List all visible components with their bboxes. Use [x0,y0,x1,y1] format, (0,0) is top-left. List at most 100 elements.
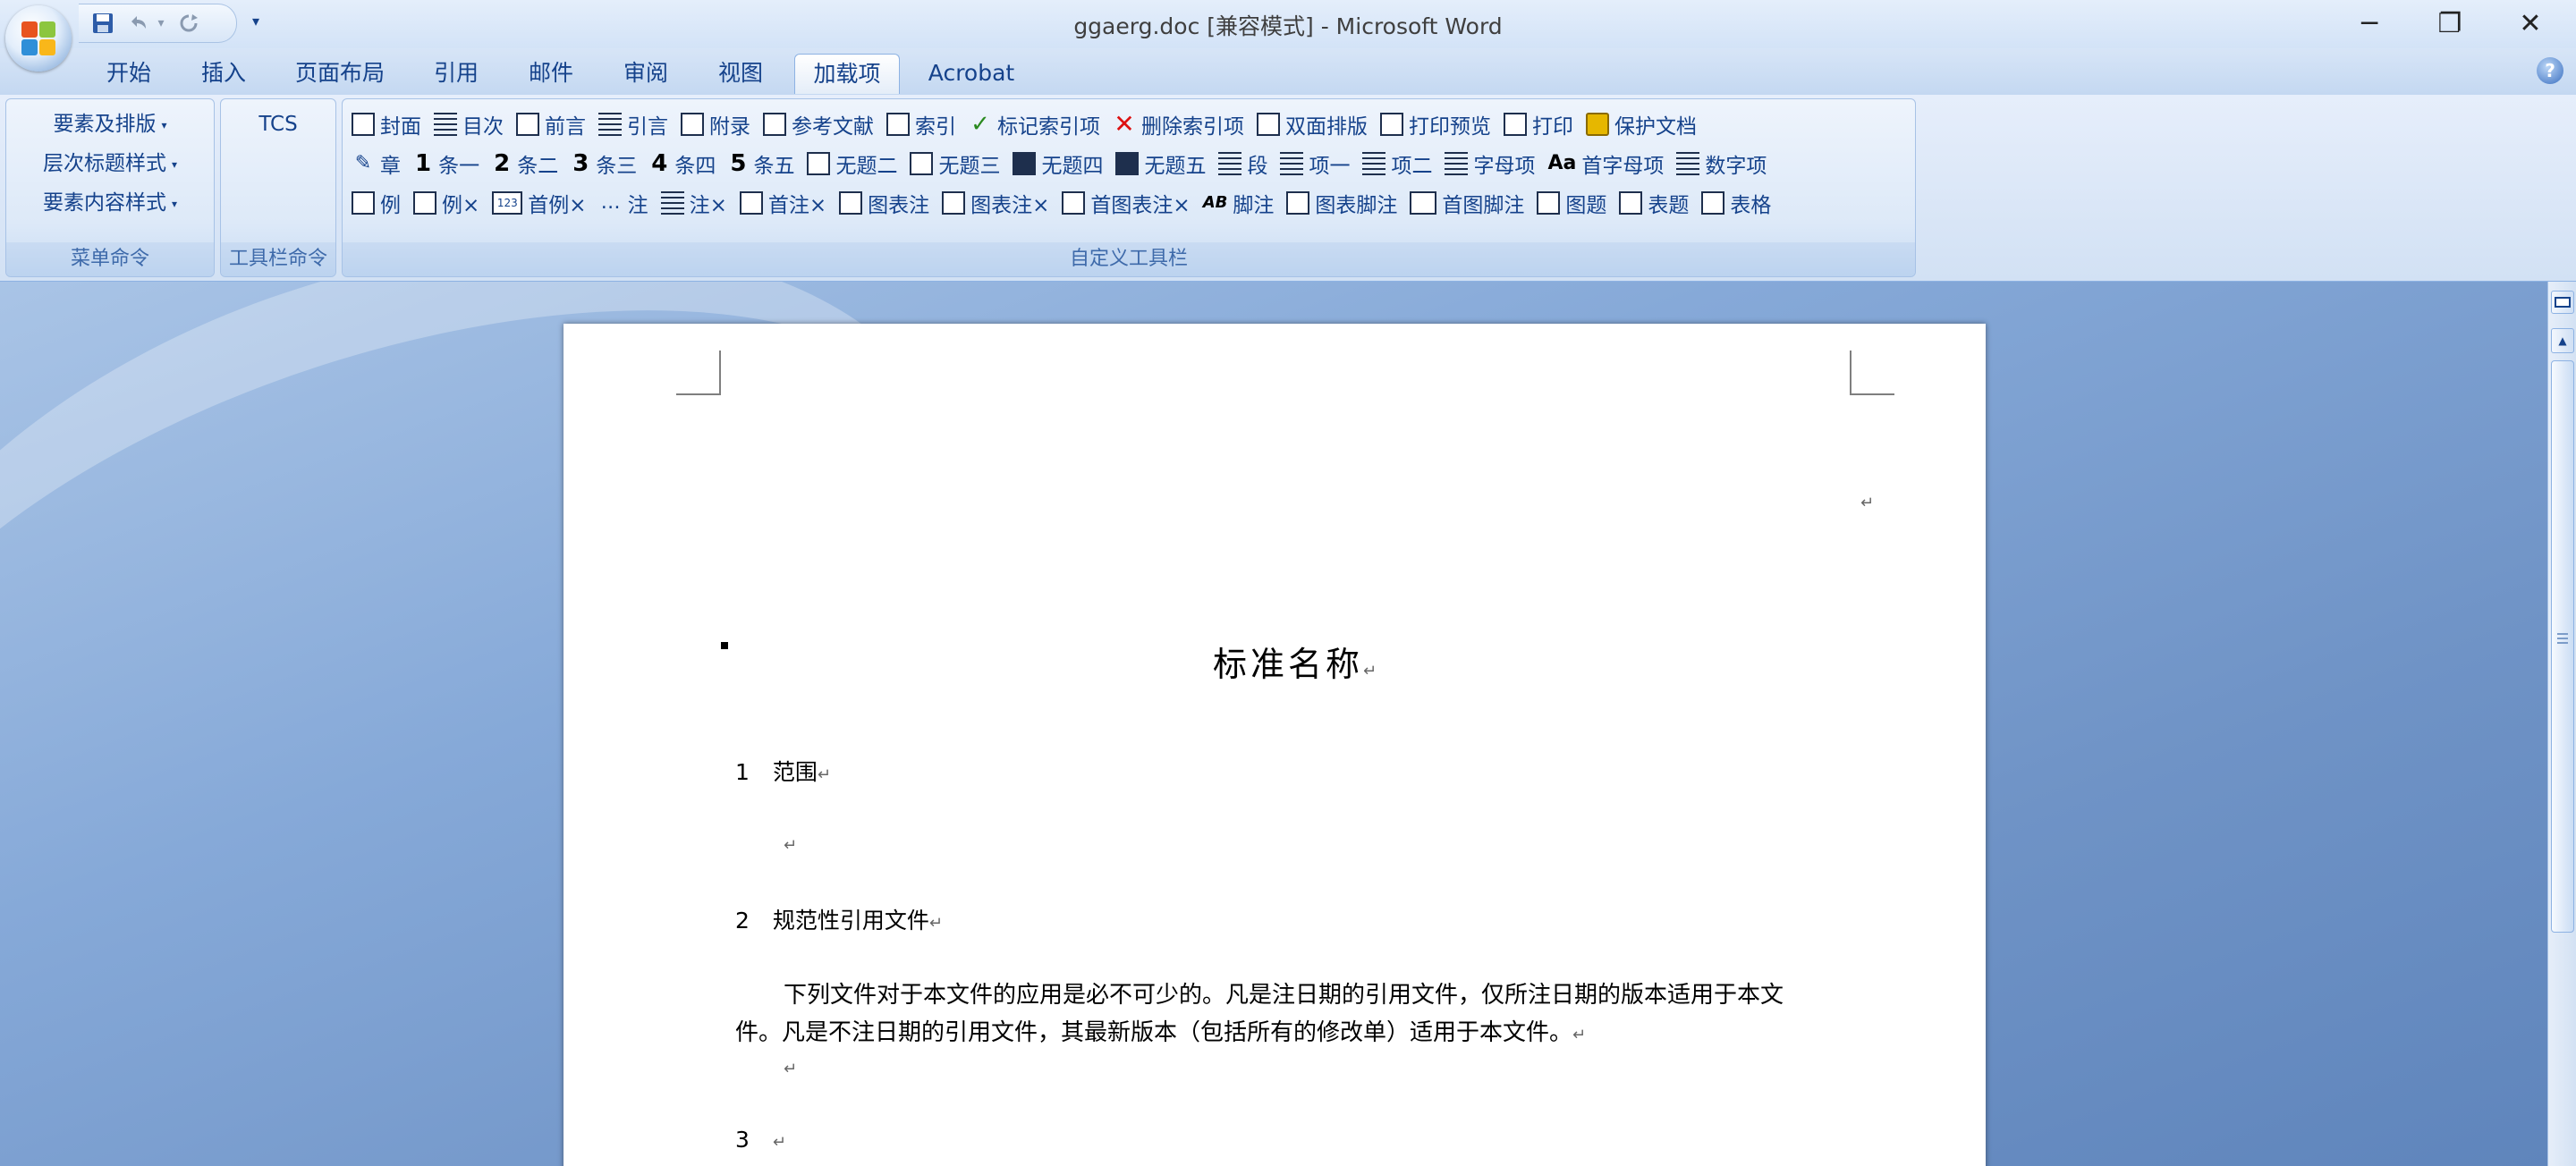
appendix-button[interactable]: 附录 [681,106,750,142]
crop-mark-top-left [676,351,721,395]
item-2-button[interactable]: 项二 [1362,146,1432,182]
letter-item-button[interactable]: 字母项 [1445,146,1535,182]
close-icon: ✕ [2519,7,2542,39]
body-text-line-2[interactable]: 件。凡是不注日期的引用文件，其最新版本（包括所有的修改单）适用于本文件。↵ [735,1014,1586,1047]
table-button[interactable]: 表格 [1701,185,1771,221]
help-icon[interactable]: ? [2537,57,2563,84]
number-item-button[interactable]: 数字项 [1676,146,1767,182]
button-label: 数字项 [1705,155,1767,178]
note-button[interactable]: … 注 [599,185,648,221]
paragraph-mark: ↵ [784,1060,798,1078]
element-content-styles-menu[interactable]: 要素内容样式 ▾ [6,185,214,221]
button-label: 打印预览 [1409,115,1491,139]
button-label: 条二 [517,155,559,178]
document-title[interactable]: 标准名称↵ [1213,637,1380,686]
untitled-2-button[interactable]: 无题二 [807,146,897,182]
chart-note-x-button[interactable]: 图表注× [942,185,1049,221]
vertical-scrollbar[interactable]: ▲ [2547,282,2576,1166]
chart-footnote-button[interactable]: 图表脚注 [1286,185,1397,221]
number-1-icon: 1 [415,150,432,177]
introduction-button[interactable]: 引言 [598,106,668,142]
grip-icon [2557,633,2568,644]
example-button[interactable]: 例 [352,185,401,221]
tab-acrobat[interactable]: Acrobat [916,54,1027,93]
elements-layout-menu[interactable]: 要素及排版 ▾ [6,106,214,142]
body-text-line-1[interactable]: 下列文件对于本文件的应用是必不可少的。凡是注日期的引用文件，仅所注日期的版本适用… [784,976,1784,1010]
heading-styles-menu[interactable]: 层次标题样式 ▾ [6,146,214,182]
123-icon: 123 [492,191,523,215]
tab-page-layout[interactable]: 页面布局 [286,54,394,93]
office-button[interactable] [5,5,72,72]
tab-references[interactable]: 引用 [420,54,492,93]
cover-button[interactable]: 封面 [352,106,421,142]
button-label: 条三 [596,155,638,178]
chart-note-button[interactable]: 图表注 [839,185,929,221]
initial-letter-item-button[interactable]: Aa 首字母项 [1547,146,1664,182]
untitled-5-button[interactable]: 无题五 [1115,146,1206,182]
first-example-x-button[interactable]: 123 首例× [492,185,587,221]
letter-list-icon [1445,152,1469,175]
close-button[interactable]: ✕ [2490,0,2571,46]
clause-3-button[interactable]: 3 条三 [571,146,637,182]
footnote-button[interactable]: AB 脚注 [1203,185,1275,221]
first-chart-note-x-button[interactable]: 首图表注× [1062,185,1191,221]
scroll-up-button[interactable]: ▲ [2551,328,2574,353]
foreword-button[interactable]: 前言 [516,106,586,142]
toc-button[interactable]: 目次 [434,106,504,142]
clause-2-button[interactable]: 2 条二 [492,146,558,182]
section-heading-text: 规范性引用文件 [772,908,929,934]
figure-title-button[interactable]: 图题 [1537,185,1606,221]
print-button[interactable]: 打印 [1504,106,1573,142]
index-button[interactable]: 索引 [886,106,956,142]
tab-review[interactable]: 审阅 [610,54,682,93]
tab-add-ins[interactable]: 加载项 [794,54,900,94]
print-preview-button[interactable]: 打印预览 [1380,106,1491,142]
protect-document-button[interactable]: 保护文档 [1586,106,1697,142]
bibliography-button[interactable]: 参考文献 [763,106,874,142]
section-2-heading[interactable]: 2 规范性引用文件↵ [735,903,943,935]
minimize-button[interactable]: ─ [2329,0,2410,46]
tab-insert[interactable]: 插入 [188,54,259,93]
first-note-x-button[interactable]: 首注× [739,185,826,221]
button-label: 图题 [1565,194,1607,217]
document-title-text: 标准名称 [1213,645,1364,684]
number-2-icon: 2 [494,150,511,177]
paragraph-button[interactable]: 段 [1218,146,1267,182]
tab-view[interactable]: 视图 [705,54,776,93]
section-1-heading[interactable]: 1 范围↵ [735,755,831,787]
note-x-button[interactable]: 注× [660,185,727,221]
item-1-button[interactable]: 项一 [1280,146,1350,182]
delete-index-entry-button[interactable]: ✕ 删除索引项 [1113,106,1244,142]
section-3-heading[interactable]: 3 ↵ [735,1127,786,1153]
mark-index-entry-button[interactable]: ✓ 标记索引项 [969,106,1100,142]
aa-icon: Aa [1547,152,1577,174]
tcs-button[interactable]: TCS [221,106,335,142]
first-figure-footnote-button[interactable]: 首图脚注 [1410,185,1524,221]
restore-button[interactable]: ❐ [2410,0,2490,46]
chapter-button[interactable]: ✎ 章 [352,146,401,182]
document-page[interactable]: ↵ 标准名称↵ 1 范围↵ ↵ 2 规范性引用文件↵ 下列文件对于本文件的应用是必不… [564,324,1986,1166]
clause-4-button[interactable]: 4 条四 [649,146,716,182]
tab-home[interactable]: 开始 [93,54,165,93]
window-title: ggaerg.doc [兼容模式] - Microsoft Word [1073,13,1503,39]
paragraph-mark: ↵ [784,836,798,855]
ribbon: 要素及排版 ▾ 层次标题样式 ▾ 要素内容样式 ▾ 菜单命令 TCS 工具栏命令 封面… [0,95,2576,282]
button-label: 无题四 [1041,155,1104,178]
button-label: 索引 [915,115,956,139]
picture-icon [1537,191,1561,215]
duplex-layout-button[interactable]: 双面排版 [1257,106,1368,142]
table-title-button[interactable]: 表题 [1619,185,1689,221]
tab-mailings[interactable]: 邮件 [515,54,587,93]
clause-5-button[interactable]: 5 条五 [728,146,794,182]
ruler-toggle-button[interactable] [2551,291,2574,314]
scrollbar-thumb[interactable] [2551,360,2574,933]
clause-1-button[interactable]: 1 条一 [413,146,479,182]
untitled-3-button[interactable]: 无题三 [910,146,1000,182]
example-x-button[interactable]: 例× [413,185,479,221]
group-label: 工具栏命令 [221,242,335,276]
chevron-down-icon: ▾ [171,157,178,171]
section-number: 1 [735,759,750,785]
number-5-icon: 5 [730,150,747,177]
untitled-4-button[interactable]: 无题四 [1013,146,1103,182]
checkmark-icon: ✓ [970,111,990,138]
